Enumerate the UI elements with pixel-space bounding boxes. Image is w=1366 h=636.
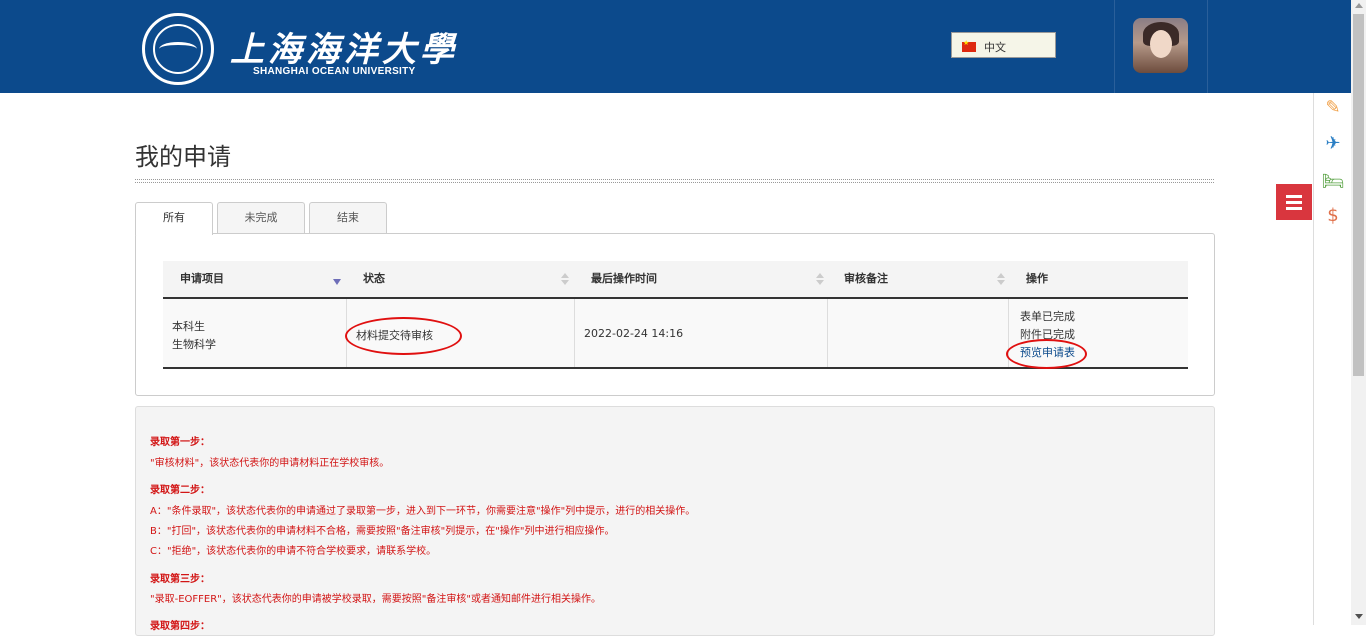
tab-incomplete[interactable]: 未完成 (217, 202, 305, 234)
title-divider (135, 179, 1214, 183)
hamburger-icon (1286, 201, 1302, 204)
column-header-last-time[interactable]: 最后操作时间 (591, 261, 821, 297)
step1-text: "审核材料"，该状态代表你的申请材料正在学校审核。 (150, 458, 390, 469)
step1-title: 录取第一步： (150, 437, 210, 448)
column-header-remark[interactable]: 审核备注 (844, 261, 1004, 297)
tab-finished[interactable]: 结束 (309, 202, 387, 234)
hamburger-icon (1286, 195, 1302, 198)
sort-icon (561, 273, 569, 287)
program-major: 生物科学 (172, 338, 216, 351)
sort-desc-icon (333, 279, 341, 285)
step2-option-a: A："条件录取"，该状态代表你的申请通过了录取第一步，进入到下一环节，你需要注意… (150, 506, 696, 517)
menu-toggle-button[interactable] (1276, 184, 1312, 220)
page-title: 我的申请 (135, 143, 231, 171)
preview-application-link[interactable]: 预览申请表 (1020, 344, 1075, 360)
user-avatar[interactable] (1133, 18, 1188, 73)
last-operation-time: 2022-02-24 14:16 (584, 327, 684, 340)
logo-chinese-name: 上海海洋大學 (230, 30, 458, 70)
admission-steps-notes: 录取第一步： "审核材料"，该状态代表你的申请材料正在学校审核。 录取第二步： … (135, 406, 1215, 636)
seal-wave (159, 42, 197, 56)
column-header-actions: 操作 (1026, 272, 1048, 285)
sort-icon (997, 273, 1005, 287)
status-text: 材料提交待审核 (356, 329, 433, 342)
language-label: 中文 (984, 41, 1006, 54)
university-seal-logo[interactable] (142, 13, 214, 85)
scrollbar-thumb[interactable] (1353, 14, 1364, 376)
bed-icon: 🛏 (1321, 171, 1345, 192)
hamburger-icon (1286, 207, 1302, 210)
avatar-face (1150, 30, 1172, 58)
side-tool-flight[interactable]: ✈ (1314, 133, 1352, 163)
cell-actions: 表单已完成 附件已完成 预览申请表 (1008, 299, 1188, 367)
header-divider (1114, 0, 1115, 93)
side-toolbar: ✎ ✈ 🛏 $ (1313, 93, 1351, 625)
tab-all[interactable]: 所有 (135, 202, 213, 235)
column-header-status[interactable]: 状态 (363, 261, 573, 297)
site-header: 上海海洋大學 SHANGHAI OCEAN UNIVERSITY 中文 (0, 0, 1351, 93)
side-tool-accommodation[interactable]: 🛏 (1314, 171, 1352, 201)
step2-option-b: B："打回"，该状态代表你的申请材料不合格，需要按照"备注审核"列提示，在"操作… (150, 526, 615, 537)
step2-option-c: C："拒绝"，该状态代表你的申请不符合学校要求，请联系学校。 (150, 546, 437, 557)
vertical-scrollbar[interactable] (1351, 0, 1366, 625)
attachment-complete-text: 附件已完成 (1020, 328, 1075, 341)
column-header-program[interactable]: 申请项目 (180, 261, 345, 297)
plane-icon: ✈ (1325, 133, 1341, 154)
logo-english-name: SHANGHAI OCEAN UNIVERSITY (253, 66, 416, 77)
table-row: 本科生 生物科学 材料提交待审核 2022-02-24 14:16 表单已完成 … (163, 299, 1188, 369)
step3-text: "录取-EOFFER"，该状态代表你的申请被学校录取，需要按照"备注审核"或者通… (150, 594, 601, 605)
sort-icon (816, 273, 824, 287)
china-flag-icon (962, 39, 976, 52)
cell-program: 本科生 生物科学 (163, 299, 346, 367)
scroll-up-arrow-icon[interactable] (1355, 3, 1363, 8)
side-tool-edit[interactable]: ✎ (1314, 97, 1352, 127)
scroll-down-arrow-icon[interactable] (1355, 614, 1363, 619)
program-level: 本科生 (172, 320, 205, 333)
cell-last-time: 2022-02-24 14:16 (574, 299, 827, 367)
cell-remark (827, 299, 1008, 367)
dollar-icon: $ (1327, 205, 1339, 226)
step2-title: 录取第二步： (150, 485, 210, 496)
step3-title: 录取第三步： (150, 574, 210, 585)
table-header: 申请项目 状态 最后操作时间 审核备注 操作 (163, 261, 1188, 299)
header-divider (1207, 0, 1208, 93)
language-select[interactable]: 中文 (951, 32, 1056, 58)
edit-icon: ✎ (1325, 97, 1341, 118)
form-complete-text: 表单已完成 (1020, 310, 1075, 323)
cell-status: 材料提交待审核 (346, 299, 574, 367)
side-tool-payment[interactable]: $ (1314, 205, 1352, 235)
